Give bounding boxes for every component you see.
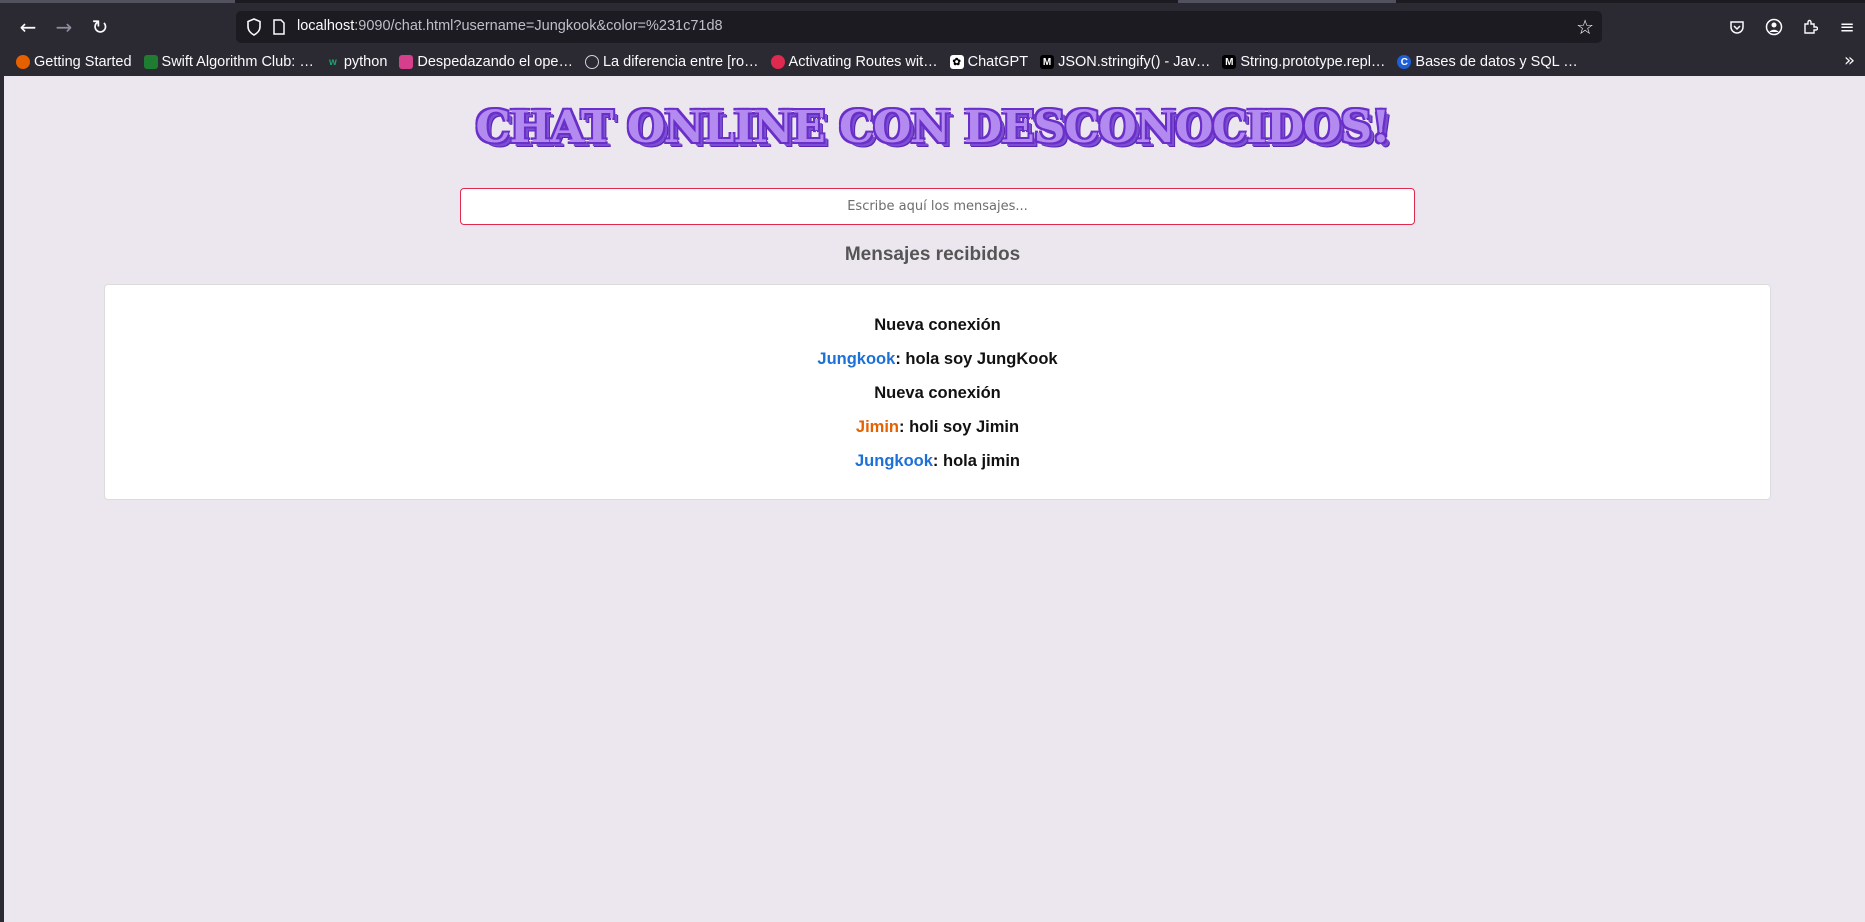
bookmark-string-replace[interactable]: M String.prototype.repl…: [1222, 54, 1385, 70]
bookmark-label: Activating Routes wit…: [788, 54, 938, 70]
bookmark-label: Swift Algorithm Club: …: [161, 54, 314, 70]
message-username: Jungkook: [817, 350, 896, 368]
bookmark-bases-de-datos[interactable]: C Bases de datos y SQL …: [1397, 54, 1578, 70]
chat-message: Jungkook: hola jimin: [105, 451, 1770, 485]
bookmark-despedazando[interactable]: Despedazando el ope…: [399, 54, 573, 70]
page-title: CHAT ONLINE CON DESCONOCIDOS!: [475, 102, 1391, 153]
system-message: Nueva conexión: [105, 315, 1770, 349]
bookmark-label: Getting Started: [34, 54, 132, 70]
chat-message: Jungkook: hola soy JungKook: [105, 349, 1770, 383]
bookmark-label: La diferencia entre [ro…: [602, 54, 759, 70]
github-icon: [143, 55, 158, 69]
bookmark-la-diferencia[interactable]: La diferencia entre [ro…: [584, 54, 759, 70]
chat-page: CHAT ONLINE CON DESCONOCIDOS! Mensajes r…: [4, 76, 1865, 922]
pocket-icon[interactable]: [1724, 14, 1750, 40]
bookmarks-toolbar: Getting Started Swift Algorithm Club: … …: [0, 48, 1865, 76]
c-icon: C: [1397, 55, 1412, 69]
message-username: Jimin: [855, 418, 899, 436]
bookmark-python[interactable]: w python: [326, 54, 388, 70]
bookmarks-overflow-chevron-icon[interactable]: »: [1844, 50, 1855, 71]
reload-icon[interactable]: ↻: [85, 12, 115, 42]
tab-strip: [0, 0, 1865, 3]
bookmark-label: python: [343, 54, 388, 70]
navigation-toolbar: ← → ↻ localhost:9090/chat.html?username=…: [0, 4, 1865, 48]
forward-arrow-icon[interactable]: →: [49, 12, 79, 42]
route-icon: [770, 55, 785, 69]
bookmark-label: Bases de datos y SQL …: [1415, 54, 1578, 70]
message-text: : holi soy Jimin: [899, 418, 1020, 436]
bookmark-swift-algorithm-club[interactable]: Swift Algorithm Club: …: [143, 54, 314, 70]
mdn-icon: M: [1222, 55, 1237, 69]
bookmark-label: Despedazando el ope…: [417, 54, 573, 70]
message-username: Jungkook: [854, 452, 933, 470]
mdn-icon: M: [1040, 55, 1055, 69]
messages-list[interactable]: Nueva conexión Jungkook: hola soy JungKo…: [104, 284, 1771, 500]
chatgpt-icon: ✿: [949, 55, 964, 69]
bookmark-json-stringify[interactable]: M JSON.stringify() - Jav…: [1040, 54, 1210, 70]
back-arrow-icon[interactable]: ←: [13, 12, 43, 42]
bookmark-activating-routes[interactable]: Activating Routes wit…: [770, 54, 938, 70]
bookmark-getting-started[interactable]: Getting Started: [16, 54, 132, 70]
address-bar[interactable]: localhost:9090/chat.html?username=Jungko…: [236, 11, 1602, 43]
browser-chrome: ← → ↻ localhost:9090/chat.html?username=…: [0, 0, 1865, 76]
message-text: : hola jimin: [932, 452, 1021, 470]
menu-icon[interactable]: ≡: [1834, 14, 1860, 40]
message-text: : hola soy JungKook: [895, 350, 1058, 368]
bookmark-label: ChatGPT: [967, 54, 1029, 70]
globe-icon: [584, 55, 599, 69]
messages-heading: Mensajes recibidos: [844, 244, 1021, 265]
url-path: :9090/chat.html?username=Jungkook&color=…: [354, 18, 723, 34]
chat-message: Jimin: holi soy Jimin: [105, 417, 1770, 451]
bookmark-label: String.prototype.repl…: [1240, 54, 1386, 70]
message-input[interactable]: [460, 188, 1415, 225]
url-host: localhost: [297, 18, 355, 34]
blog-icon: [399, 55, 414, 69]
system-message: Nueva conexión: [105, 383, 1770, 417]
extensions-icon[interactable]: [1797, 14, 1823, 40]
system-message-text: Nueva conexión: [874, 384, 1001, 402]
bookmark-chatgpt[interactable]: ✿ ChatGPT: [949, 54, 1029, 70]
tab-indicator[interactable]: [0, 0, 235, 3]
page-icon[interactable]: [272, 19, 286, 35]
bookmark-star-icon[interactable]: ☆: [1576, 15, 1594, 39]
bookmark-label: JSON.stringify() - Jav…: [1058, 54, 1211, 70]
system-message-text: Nueva conexión: [874, 316, 1001, 334]
shield-icon[interactable]: [246, 18, 262, 36]
firefox-icon: [16, 55, 30, 69]
url-text[interactable]: localhost:9090/chat.html?username=Jungko…: [297, 18, 723, 34]
tab-indicator[interactable]: [1178, 0, 1396, 3]
w-icon: w: [328, 56, 337, 68]
account-icon[interactable]: [1761, 14, 1787, 40]
